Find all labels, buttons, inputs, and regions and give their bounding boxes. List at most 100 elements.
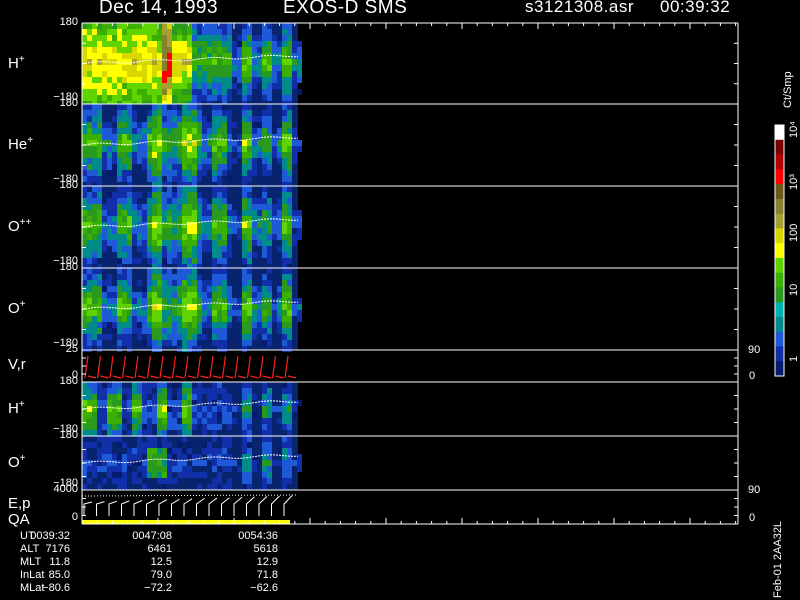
heat-cell bbox=[287, 41, 292, 47]
heat-cell bbox=[242, 152, 247, 158]
heat-cell bbox=[207, 128, 212, 134]
heat-cell bbox=[87, 382, 92, 388]
heat-cell bbox=[282, 116, 287, 122]
heat-cell bbox=[227, 298, 232, 304]
heat-cell bbox=[227, 134, 232, 140]
heat-cell bbox=[242, 292, 247, 298]
heat-cell bbox=[112, 192, 117, 198]
heat-cell bbox=[112, 164, 117, 170]
heat-cell bbox=[177, 158, 182, 164]
heat-cell bbox=[177, 77, 182, 83]
heat-cell bbox=[187, 158, 192, 164]
heat-cell bbox=[227, 454, 232, 460]
heat-cell bbox=[172, 274, 177, 280]
heat-cell bbox=[137, 454, 142, 460]
heat-cell bbox=[137, 95, 142, 101]
heat-cell bbox=[107, 170, 112, 176]
heat-cell bbox=[167, 158, 172, 164]
heat-cell bbox=[97, 292, 102, 298]
heat-cell bbox=[277, 448, 282, 454]
heat-cell bbox=[152, 316, 157, 322]
heat-cell bbox=[217, 258, 222, 264]
heat-cell bbox=[227, 77, 232, 83]
heat-cell bbox=[112, 400, 117, 406]
heat-cell bbox=[222, 47, 227, 53]
heat-cell bbox=[157, 110, 162, 116]
heat-cell bbox=[117, 484, 122, 490]
heat-cell bbox=[222, 328, 227, 334]
heat-cell bbox=[87, 192, 92, 198]
heat-cell bbox=[117, 140, 122, 146]
heat-cell bbox=[92, 164, 97, 170]
heat-cell bbox=[247, 210, 252, 216]
heat-cell bbox=[202, 322, 207, 328]
heat-cell bbox=[152, 47, 157, 53]
heat-cell bbox=[212, 59, 217, 65]
heat-cell bbox=[147, 304, 152, 310]
heat-cell bbox=[167, 146, 172, 152]
heat-cell bbox=[222, 460, 227, 466]
heat-cell bbox=[152, 204, 157, 210]
heat-cell bbox=[242, 400, 247, 406]
heat-cell bbox=[217, 228, 222, 234]
heat-cell bbox=[242, 176, 247, 182]
heat-cell bbox=[187, 400, 192, 406]
heat-cell bbox=[147, 176, 152, 182]
heat-cell bbox=[192, 210, 197, 216]
heat-cell bbox=[287, 204, 292, 210]
heat-cell bbox=[82, 298, 87, 304]
heat-cell bbox=[282, 246, 287, 252]
heat-cell bbox=[157, 460, 162, 466]
footer-cell: 7176 bbox=[45, 543, 70, 555]
heat-cell bbox=[187, 322, 192, 328]
heat-cell bbox=[282, 35, 287, 41]
heat-cell bbox=[92, 228, 97, 234]
heat-cell bbox=[247, 382, 252, 388]
heat-cell bbox=[227, 406, 232, 412]
heat-cell bbox=[187, 388, 192, 394]
heat-cell bbox=[217, 53, 222, 59]
heat-cell bbox=[262, 116, 267, 122]
heat-cell bbox=[127, 388, 132, 394]
heat-cell bbox=[252, 210, 257, 216]
heat-cell bbox=[162, 192, 167, 198]
heat-cell bbox=[267, 104, 272, 110]
heat-cell bbox=[202, 234, 207, 240]
heat-cell bbox=[247, 176, 252, 182]
pitch-trace bbox=[81, 494, 299, 497]
footer-cell: 12.9 bbox=[256, 556, 278, 568]
heat-cell bbox=[127, 268, 132, 274]
heat-cell bbox=[222, 59, 227, 65]
heat-cell bbox=[167, 442, 172, 448]
heat-cell bbox=[112, 152, 117, 158]
heat-cell bbox=[237, 146, 242, 152]
heat-cell bbox=[252, 292, 257, 298]
heat-cell bbox=[212, 460, 217, 466]
heat-cell bbox=[82, 322, 87, 328]
heat-cell bbox=[217, 89, 222, 95]
heat-cell bbox=[162, 47, 167, 53]
heat-cell bbox=[107, 83, 112, 89]
heat-cell bbox=[82, 198, 87, 204]
heat-cell bbox=[147, 322, 152, 328]
heat-cell bbox=[177, 298, 182, 304]
heat-cell bbox=[277, 210, 282, 216]
heat-cell bbox=[122, 412, 127, 418]
heat-cell bbox=[222, 316, 227, 322]
heat-cell bbox=[92, 322, 97, 328]
heat-cell bbox=[122, 198, 127, 204]
heat-cell bbox=[287, 110, 292, 116]
heat-cell bbox=[292, 65, 297, 71]
heat-cell bbox=[217, 152, 222, 158]
heat-cell bbox=[287, 29, 292, 35]
heat-cell bbox=[137, 35, 142, 41]
heat-cell bbox=[177, 258, 182, 264]
heat-cell bbox=[82, 192, 87, 198]
heat-cell bbox=[142, 47, 147, 53]
heat-cell bbox=[217, 346, 222, 352]
heat-cell bbox=[197, 95, 202, 101]
heat-cell bbox=[172, 104, 177, 110]
heat-cell bbox=[187, 346, 192, 352]
heat-cell bbox=[192, 65, 197, 71]
heat-cell bbox=[207, 424, 212, 430]
